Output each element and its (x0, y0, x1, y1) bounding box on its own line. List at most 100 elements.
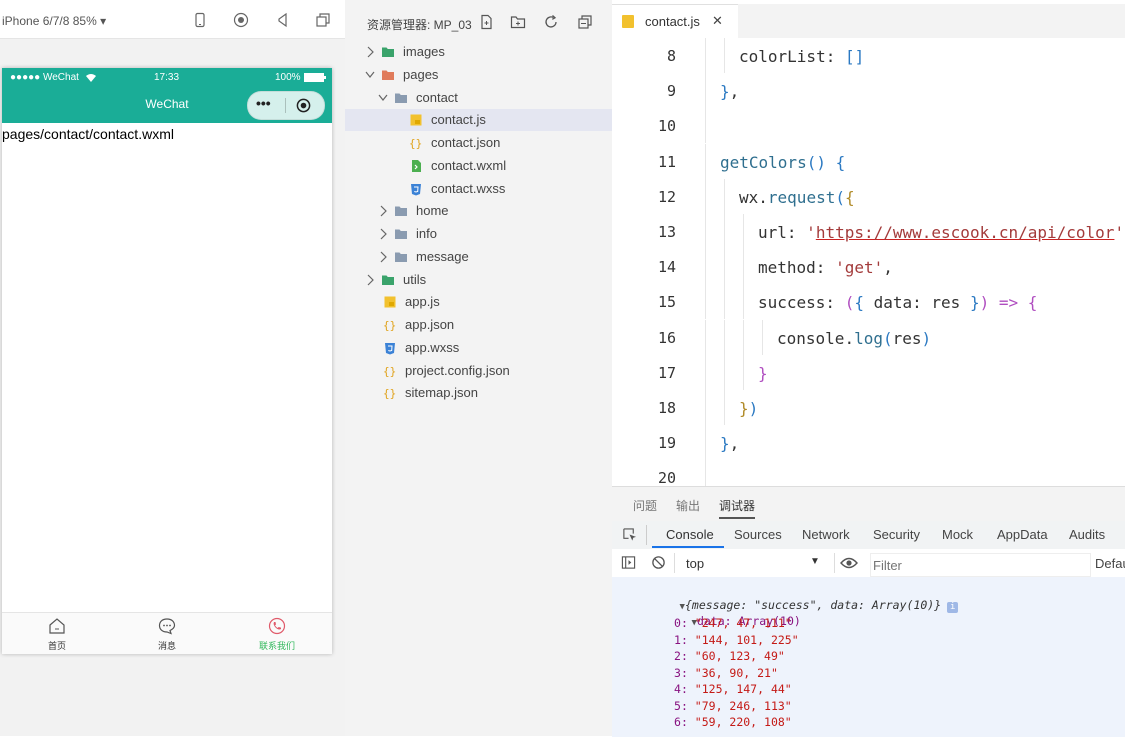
detach-window-icon[interactable] (315, 12, 331, 28)
line-number: 17 (657, 363, 676, 382)
panel-tab-problems[interactable]: 问题 (633, 497, 657, 514)
chevron-right-icon[interactable] (365, 46, 375, 58)
code-line[interactable]: 13 url: 'https://www.escook.cn/api/color'… (612, 214, 1125, 249)
array-value: "59, 220, 108" (694, 715, 792, 729)
inspect-element-icon[interactable] (622, 527, 637, 542)
code-token: ' (1114, 223, 1125, 242)
chevron-down-icon[interactable] (378, 92, 388, 104)
tree-file[interactable]: contact.wxml (345, 155, 612, 177)
new-folder-icon[interactable] (510, 14, 526, 30)
folder-icon (381, 273, 395, 287)
array-item[interactable]: 1: "144, 101, 225" (674, 633, 799, 647)
context-select[interactable]: top ▼ (682, 553, 822, 573)
tab-label: contact.js (645, 14, 700, 29)
array-index: 3 (674, 665, 681, 680)
more-icon[interactable]: ••• (256, 95, 271, 111)
code-token: , (729, 434, 740, 454)
tree-folder[interactable]: pages (345, 64, 612, 86)
collapse-all-icon[interactable] (577, 14, 593, 30)
js-file-icon (409, 113, 423, 127)
code-line[interactable]: 18}) (612, 390, 1125, 425)
code-token: . (758, 187, 768, 207)
array-value: "125, 147, 44" (694, 682, 792, 696)
tree-file[interactable]: contact.wxss (345, 178, 612, 200)
volume-icon[interactable] (274, 12, 290, 28)
chevron-right-icon[interactable] (378, 228, 388, 240)
devtools-tab-security[interactable]: Security (873, 527, 920, 542)
code-text: success: ({ data: res }) => { (758, 293, 1037, 312)
tree-file[interactable]: {} project.config.json (345, 360, 612, 382)
chevron-right-icon[interactable] (365, 274, 375, 286)
refresh-icon[interactable] (543, 14, 559, 30)
sidebar-toggle-icon[interactable] (621, 555, 636, 570)
tab-messages[interactable]: 消息 (112, 613, 222, 654)
panel-tab-output[interactable]: 输出 (676, 497, 700, 514)
devtools-tab-appdata[interactable]: AppData (997, 527, 1048, 542)
tab-contact-js[interactable]: contact.js ✕ (612, 4, 738, 39)
close-miniprogram-icon[interactable] (296, 98, 311, 113)
message-icon (158, 618, 176, 635)
array-item[interactable]: 6: "59, 220, 108" (674, 715, 792, 729)
code-area[interactable]: 8 colorList: [] 9}, 10 11 getColors() {12 wx.r… (612, 38, 1125, 496)
devtools-tab-mock[interactable]: Mock (942, 527, 973, 542)
tree-file[interactable]: {} contact.json (345, 132, 612, 154)
tree-item-label: images (403, 44, 445, 59)
tree-file[interactable]: contact.js (345, 109, 612, 132)
indent-guide (705, 319, 706, 355)
chevron-right-icon[interactable] (378, 205, 388, 217)
new-file-icon[interactable] (478, 14, 494, 30)
code-line[interactable]: 17} (612, 354, 1125, 390)
close-tab-icon[interactable]: ✕ (712, 13, 723, 29)
context-value: top (686, 556, 705, 571)
array-item[interactable]: 2: "60, 123, 49" (674, 649, 785, 663)
array-item[interactable]: 5: "79, 246, 113" (674, 699, 792, 713)
code-line[interactable]: 8 colorList: [] (612, 38, 1125, 73)
array-item[interactable]: 4: "125, 147, 44" (674, 682, 792, 696)
tree-folder[interactable]: message (345, 246, 612, 268)
tree-folder[interactable]: contact (345, 87, 612, 109)
devtools-tab-network[interactable]: Network (802, 527, 850, 542)
tree-folder[interactable]: images (345, 41, 612, 63)
line-number: 18 (657, 399, 676, 417)
eye-icon[interactable] (840, 556, 858, 570)
code-line[interactable]: 11 getColors() { (612, 143, 1125, 179)
devtools-tab-sources[interactable]: Sources (734, 527, 782, 542)
devtools-tab-audits[interactable]: Audits (1069, 527, 1105, 542)
code-line[interactable]: 12 wx.request({ (612, 178, 1125, 214)
tree-file[interactable]: app.wxss (345, 337, 612, 359)
tree-folder[interactable]: home (345, 200, 612, 222)
tree-item-label: pages (403, 66, 439, 82)
code-line[interactable]: 15 success: ({ data: res }) => { (612, 284, 1125, 320)
clock-text: 17:33 (154, 72, 180, 83)
console-filter-input[interactable] (870, 553, 1091, 577)
code-line[interactable]: 14 method: 'get', (612, 249, 1125, 285)
indent-guide (705, 73, 706, 109)
tree-folder[interactable]: info (345, 223, 612, 245)
chevron-down-icon[interactable] (365, 69, 375, 81)
indent-guide (705, 178, 706, 214)
device-selector[interactable]: iPhone 6/7/8 85% ▾ (2, 14, 106, 28)
code-line[interactable]: 10 (612, 108, 1125, 144)
code-line[interactable]: 16 console.log(res) (612, 319, 1125, 355)
tab-home[interactable]: 首页 (2, 613, 112, 654)
tree-folder[interactable]: utils (345, 269, 612, 291)
array-item[interactable]: 3: "36, 90, 21" (674, 666, 778, 680)
capsule-menu[interactable]: ••• (247, 91, 325, 120)
array-item[interactable]: 0: "247, 47, 111" (674, 616, 792, 630)
tree-file[interactable]: {} sitemap.json (345, 382, 612, 404)
chevron-right-icon[interactable] (378, 251, 388, 263)
panel-tab-debugger[interactable]: 调试器 (719, 497, 756, 519)
record-icon[interactable] (233, 12, 249, 28)
phone-icon[interactable] (192, 12, 208, 28)
tree-file[interactable]: {} app.json (345, 314, 612, 336)
js-file-icon (383, 295, 397, 309)
code-line[interactable]: 9}, (612, 73, 1125, 109)
code-token: { (854, 293, 864, 313)
devtools-tab-console[interactable]: Console (666, 527, 714, 542)
tab-contact[interactable]: 联系我们 (222, 613, 332, 654)
code-line[interactable]: 19}, (612, 425, 1125, 461)
code-text: }, (720, 434, 739, 453)
log-levels-select[interactable]: Defau (1095, 556, 1125, 571)
tree-file[interactable]: app.js (345, 291, 612, 313)
clear-console-icon[interactable] (651, 555, 666, 570)
